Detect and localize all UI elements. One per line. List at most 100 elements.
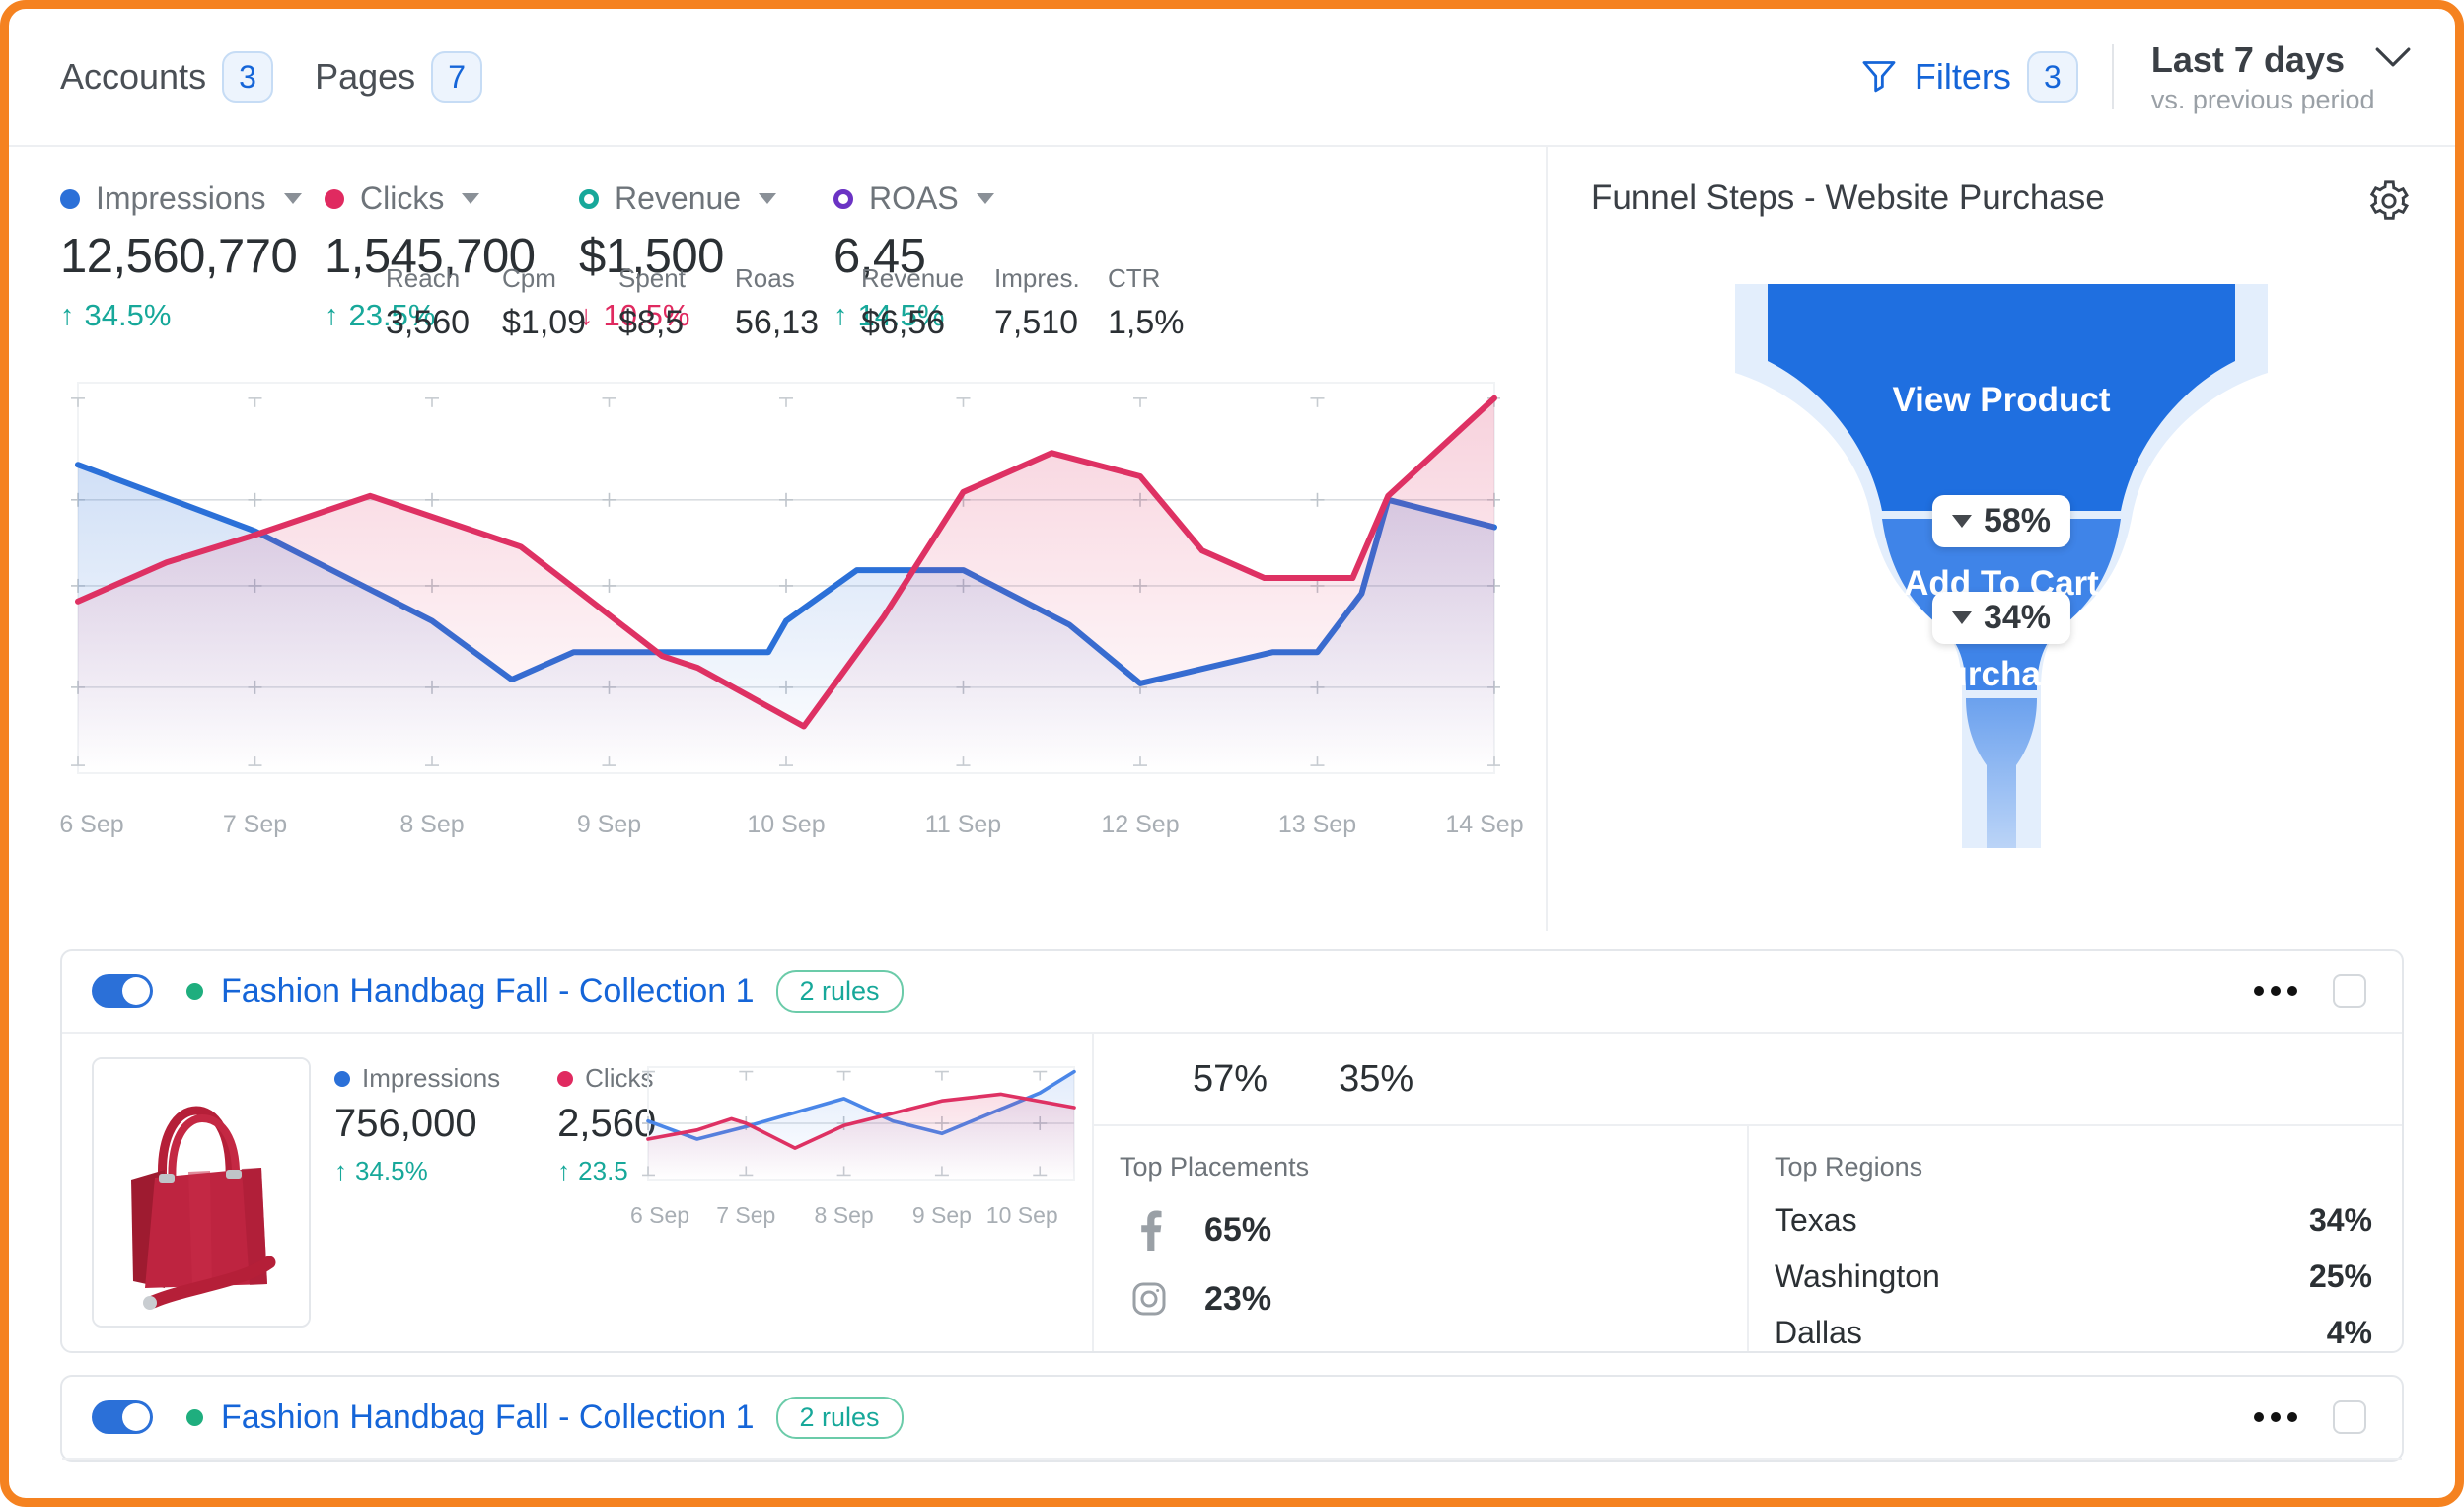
x-axis-tick-label: 14 Sep bbox=[1445, 811, 1523, 839]
top-placements-title: Top Placements bbox=[1120, 1152, 1717, 1183]
series-marker-impressions-icon bbox=[60, 189, 80, 209]
campaign-enable-toggle[interactable] bbox=[92, 1400, 153, 1434]
campaign-stat-label: Spent bbox=[618, 263, 735, 294]
tab-pages[interactable]: Pages 7 bbox=[315, 51, 482, 103]
series-marker-clicks-icon bbox=[325, 189, 344, 209]
caret-down-icon bbox=[1952, 611, 1972, 624]
caret-down-icon bbox=[1952, 515, 1972, 528]
campaign-percent-1: 57% bbox=[1193, 1058, 1268, 1101]
campaign-stat-value: $1,09 bbox=[502, 304, 618, 342]
campaign-stat-value: 3,560 bbox=[386, 304, 502, 342]
campaign-card-header: Fashion Handbag Fall - Collection 1 2 ru… bbox=[62, 951, 2402, 1034]
x-axis-tick-label: 13 Sep bbox=[1278, 811, 1356, 839]
placement-instagram-value: 23% bbox=[1204, 1280, 1271, 1319]
tab-accounts[interactable]: Accounts 3 bbox=[60, 51, 273, 103]
kpi-impressions[interactable]: Impressions 12,560,770 ↑ 34.5% bbox=[60, 180, 325, 333]
toolbar-divider bbox=[2112, 44, 2114, 109]
campaign-enable-toggle[interactable] bbox=[92, 974, 153, 1008]
campaign-sparkline-x-axis: 6 Sep7 Sep8 Sep9 Sep10 Sep bbox=[642, 1202, 1076, 1236]
filter-icon bbox=[1859, 55, 1899, 100]
x-axis-tick-label: 7 Sep bbox=[716, 1202, 775, 1229]
x-axis-tick-label: 11 Sep bbox=[925, 811, 1001, 839]
campaign-metrics-cell: Impressions 756,000 ↑ 34.5% Clicks bbox=[317, 1034, 642, 1351]
campaign-stat-label: Revenue bbox=[861, 263, 994, 294]
campaign-stat: Revenue $6,56 bbox=[861, 263, 994, 342]
campaign-stat-value: $8,5 bbox=[618, 304, 735, 342]
x-axis-tick-label: 8 Sep bbox=[815, 1202, 874, 1229]
campaign-list: Fashion Handbag Fall - Collection 1 2 ru… bbox=[9, 931, 2455, 1462]
tab-accounts-count: 3 bbox=[222, 51, 273, 103]
campaign-stat: Roas 56,13 bbox=[735, 263, 861, 342]
gear-icon[interactable] bbox=[2366, 179, 2412, 229]
instagram-icon bbox=[1120, 1277, 1179, 1321]
series-marker-clicks-icon bbox=[557, 1071, 573, 1087]
chevron-down-icon[interactable] bbox=[462, 193, 479, 204]
x-axis-tick-label: 8 Sep bbox=[399, 811, 464, 839]
campaign-stat-value: 7,510 bbox=[994, 304, 1108, 342]
campaign-stat-value: $6,56 bbox=[861, 304, 994, 342]
region-name: Dallas bbox=[1775, 1315, 1862, 1351]
status-badge bbox=[186, 1409, 203, 1426]
x-axis-tick-label: 7 Sep bbox=[223, 811, 287, 839]
funnel-pane: Funnel Steps - Website Purchase bbox=[1546, 147, 2455, 931]
x-axis-tick-label: 6 Sep bbox=[630, 1202, 689, 1229]
campaign-stat: CTR 1,5% bbox=[1108, 263, 1206, 342]
campaign-rules-badge[interactable]: 2 rules bbox=[776, 1397, 904, 1439]
funnel-title: Funnel Steps - Website Purchase bbox=[1591, 179, 2105, 218]
date-range-picker[interactable]: Last 7 days vs. previous period bbox=[2151, 39, 2412, 115]
campaign-stat-label: CTR bbox=[1108, 263, 1206, 294]
trend-up-icon: ↑ bbox=[557, 1156, 570, 1186]
region-row: Texas 34% bbox=[1775, 1202, 2372, 1239]
x-axis-tick-label: 6 Sep bbox=[59, 811, 123, 839]
trend-up-icon: ↑ bbox=[325, 300, 339, 332]
campaign-sparkline[interactable] bbox=[642, 1059, 1076, 1187]
series-marker-revenue-icon bbox=[579, 189, 599, 209]
filters-label: Filters bbox=[1915, 56, 2011, 98]
trend-chart[interactable] bbox=[60, 369, 1500, 795]
placement-row: 65% bbox=[1120, 1208, 1717, 1252]
campaign-rules-badge[interactable]: 2 rules bbox=[776, 970, 904, 1013]
kpi-roas-label: ROAS bbox=[869, 180, 959, 217]
kpi-impressions-value: 12,560,770 bbox=[60, 229, 325, 284]
product-image bbox=[92, 1057, 311, 1328]
campaign-select-checkbox[interactable] bbox=[2333, 974, 2366, 1008]
campaign-title[interactable]: Fashion Handbag Fall - Collection 1 bbox=[221, 1399, 755, 1437]
top-toolbar: Accounts 3 Pages 7 Filters 3 bbox=[9, 9, 2455, 147]
trend-up-icon: ↑ bbox=[60, 300, 75, 332]
funnel-step-1-label: View Product bbox=[1591, 381, 2412, 420]
top-regions-panel: Top Regions Texas 34% Washington 25% Dal… bbox=[1747, 1126, 2402, 1351]
campaign-percent-2: 35% bbox=[1339, 1058, 1413, 1101]
filters-button[interactable]: Filters 3 bbox=[1859, 51, 2112, 103]
funnel-chart[interactable]: View Product 58% Add To Cart 34% Purchas… bbox=[1591, 266, 2412, 868]
chevron-down-icon[interactable] bbox=[284, 193, 302, 204]
placement-row: 23% bbox=[1120, 1277, 1717, 1321]
campaign-card: Fashion Handbag Fall - Collection 1 2 ru… bbox=[60, 949, 2404, 1353]
funnel-conversion-2-value: 34% bbox=[1984, 599, 2051, 637]
campaign-breakdown-cell: 57% 35% Top Placements 65% bbox=[1092, 1034, 2402, 1351]
card-metric-impressions-delta-value: 34.5% bbox=[355, 1156, 428, 1186]
campaign-title[interactable]: Fashion Handbag Fall - Collection 1 bbox=[221, 972, 755, 1011]
region-value: 4% bbox=[2327, 1315, 2372, 1351]
funnel-conversion-1[interactable]: 58% bbox=[1932, 495, 2070, 547]
more-options-icon[interactable] bbox=[2254, 986, 2297, 996]
x-axis-tick-label: 10 Sep bbox=[747, 811, 825, 839]
campaign-card: Fashion Handbag Fall - Collection 1 2 ru… bbox=[60, 1375, 2404, 1462]
chevron-down-icon[interactable] bbox=[759, 193, 776, 204]
campaign-stat: Impres. 7,510 bbox=[994, 263, 1108, 342]
top-placements-panel: Top Placements 65% bbox=[1094, 1126, 1747, 1351]
card-metric-impressions-value: 756,000 bbox=[334, 1102, 500, 1146]
region-row: Dallas 4% bbox=[1775, 1315, 2372, 1351]
more-options-icon[interactable] bbox=[2254, 1412, 2297, 1422]
date-range-compare: vs. previous period bbox=[2151, 85, 2412, 115]
funnel-conversion-2[interactable]: 34% bbox=[1932, 592, 2070, 644]
card-metric-impressions-label: Impressions bbox=[362, 1063, 500, 1094]
x-axis-tick-label: 12 Sep bbox=[1101, 811, 1179, 839]
card-metric-impressions-delta: ↑ 34.5% bbox=[334, 1156, 500, 1186]
campaign-stat-value: 1,5% bbox=[1108, 304, 1206, 342]
campaign-stat-label: Reach bbox=[386, 263, 502, 294]
campaign-stat-label: Cpm bbox=[502, 263, 618, 294]
app-window: Accounts 3 Pages 7 Filters 3 bbox=[0, 0, 2464, 1507]
tab-accounts-label: Accounts bbox=[60, 56, 206, 98]
chevron-down-icon[interactable] bbox=[977, 193, 994, 204]
campaign-select-checkbox[interactable] bbox=[2333, 1400, 2366, 1434]
